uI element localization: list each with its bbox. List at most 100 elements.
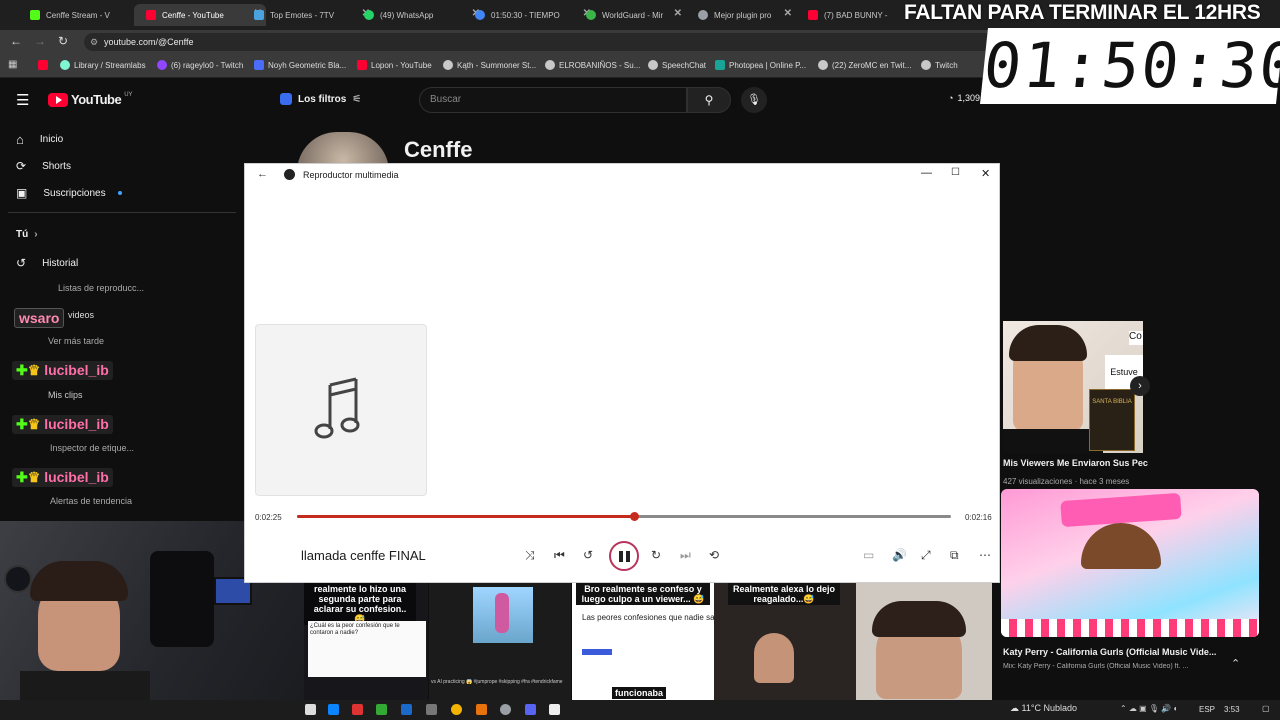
app-icon[interactable]	[352, 704, 363, 715]
sidebar-item-inspector[interactable]: Inspector de etique...	[50, 443, 134, 453]
grid-thumb-jumprope[interactable]: vs AI practicing 😱 #jumprope #skipping #…	[429, 583, 571, 700]
sidebar-item-inicio[interactable]: ⌂ Inicio	[16, 132, 63, 147]
album-art	[255, 324, 427, 496]
bookmark-elrobaninos[interactable]: ELROBANIÑOS - Su...	[545, 60, 640, 70]
sidebar-item-suscripciones[interactable]: ▣ Suscripciones	[16, 186, 122, 200]
shuffle-icon[interactable]: ⤨	[525, 548, 535, 563]
app-icon[interactable]	[476, 704, 487, 715]
discord-icon[interactable]	[525, 704, 536, 715]
bookmark-kath[interactable]: Kąth - Summoner St...	[443, 60, 536, 70]
mix-thumbnail[interactable]	[1001, 489, 1259, 637]
search-input[interactable]: Buscar	[419, 87, 687, 113]
tab-worldguard[interactable]: WorldGuard - Mir ✕	[574, 4, 686, 26]
apps-grid-icon[interactable]: ▦	[8, 59, 17, 70]
shirt	[1003, 429, 1103, 453]
crown-icon: ♛	[27, 469, 41, 485]
sidebar-item-alertas[interactable]: Alertas de tendencia	[50, 496, 132, 506]
candy-stripe	[1001, 619, 1259, 637]
grid-thumb-reaction[interactable]	[856, 583, 992, 700]
globe-icon	[545, 60, 555, 70]
mini-player-icon[interactable]: ⧉	[950, 548, 959, 563]
next-icon[interactable]: ⏭	[680, 548, 691, 563]
bookmark-youtube[interactable]	[38, 60, 48, 70]
grid-thumb-viewer[interactable]: Bro realmente se confeso y luego culpo a…	[572, 583, 714, 700]
pause-button[interactable]	[609, 541, 639, 571]
media-player-icon[interactable]	[549, 704, 560, 715]
obs-icon[interactable]	[500, 704, 511, 715]
microphone-icon: 🎙	[747, 94, 761, 106]
clock[interactable]: 3:53	[1224, 705, 1240, 714]
search-button[interactable]: ⚲	[687, 87, 731, 113]
bookmark-twitch[interactable]: Twitch	[921, 60, 958, 70]
grid-thumb-alexa[interactable]: Realmente alexa lo dejo reagalado...😅	[714, 583, 856, 700]
bookmark-noyh[interactable]: Noyh Geometric Bla...	[254, 60, 346, 70]
fullscreen-icon[interactable]: ⤢	[921, 548, 931, 563]
sidebar-section-tu[interactable]: Tú ›	[16, 229, 38, 240]
bookmark-rageylo[interactable]: (6) rageylo0 - Twitch	[157, 60, 243, 70]
youtube-logo[interactable]: YouTube UY	[48, 92, 133, 107]
subtitles-icon[interactable]: ▭	[863, 548, 874, 562]
sidebar-divider	[8, 212, 236, 213]
volume-icon[interactable]: 🔊	[892, 548, 907, 562]
sidebar-item-shorts[interactable]: ⟳ Shorts	[16, 159, 71, 173]
repeat-off-icon[interactable]: ⟲	[709, 548, 719, 562]
bookmark-lopon[interactable]: Lopon - YouTube	[357, 60, 432, 70]
chrome-icon[interactable]	[451, 704, 462, 715]
bookmark-zeromc[interactable]: (22) ZeroMC en Twit...	[818, 60, 911, 70]
whatsapp-icon	[364, 10, 374, 20]
back-icon[interactable]: ←	[10, 34, 22, 48]
forward-30-icon[interactable]: ↻	[651, 548, 661, 562]
weather-widget[interactable]: ☁ 11°C Nublado	[1010, 703, 1077, 714]
short-title[interactable]: Mis Viewers Me Enviaron Sus Pec	[1003, 458, 1151, 468]
chevron-up-icon[interactable]: ⌃	[1231, 657, 1240, 670]
short-thumbnail[interactable]: Estuve Co SANTA BIBLIA	[1003, 321, 1143, 453]
mix-title[interactable]: Katy Perry - California Gurls (Official …	[1003, 647, 1223, 657]
forward-icon[interactable]: →	[34, 34, 46, 48]
maximize-icon[interactable]: ☐	[951, 167, 960, 178]
bookmark-speechchat[interactable]: SpeechChat	[648, 60, 706, 70]
streamer-hair	[30, 561, 128, 601]
app-icon[interactable]	[426, 704, 437, 715]
sidebar-item-mas-tarde[interactable]: Ver más tarde	[48, 336, 104, 346]
tab-cenffe-stream[interactable]: Cenffe Stream - V✕	[18, 4, 150, 26]
seek-bar[interactable]	[297, 512, 951, 521]
seek-handle[interactable]	[630, 512, 640, 521]
steam-icon[interactable]	[401, 704, 412, 715]
carousel-next-button[interactable]: ›	[1130, 376, 1150, 396]
tab-bad-bunny[interactable]: (7) BAD BUNNY -	[796, 4, 904, 26]
close-icon[interactable]: ✕	[981, 167, 990, 180]
badge-icon: ✚	[16, 362, 28, 378]
bookmark-photopea[interactable]: Photopea | Online P...	[715, 60, 806, 70]
mail-icon[interactable]	[328, 704, 339, 715]
more-options-icon[interactable]: ⋯	[979, 548, 991, 562]
chevron-right-icon: ›	[34, 229, 38, 240]
previous-icon[interactable]: ⏮	[554, 548, 565, 563]
notifications-icon[interactable]: ▢	[1262, 704, 1270, 713]
tab-plugin[interactable]: Mejor plugin pro ✕	[686, 4, 796, 26]
app-icon[interactable]	[376, 704, 387, 715]
seek-bar-fill	[297, 515, 635, 518]
language-indicator[interactable]: ESP	[1199, 705, 1215, 714]
youtube-icon	[808, 10, 818, 20]
sidebar-item-historial[interactable]: ↺ Historial	[16, 256, 78, 270]
grid-thumb-confesion[interactable]: realmente lo hizo una segunda parte para…	[304, 583, 428, 700]
reload-icon[interactable]: ↻	[58, 34, 68, 48]
close-tab-icon[interactable]: ✕	[674, 8, 682, 19]
sidebar-item-clips[interactable]: Mis clips	[48, 390, 83, 400]
rewind-10-icon[interactable]: ↺	[583, 548, 593, 562]
close-tab-icon[interactable]: ✕	[784, 8, 792, 19]
tray-icons[interactable]: ⌃ ☁ ▣ 🎙 🔊 ◐	[1120, 704, 1178, 713]
menu-icon[interactable]: ☰	[16, 91, 29, 109]
sidebar-item-videos[interactable]: videos	[68, 310, 94, 320]
speech-bubble-top: Co	[1129, 331, 1143, 345]
minimize-icon[interactable]: —	[921, 167, 932, 179]
back-arrow-icon[interactable]: ←	[257, 168, 268, 180]
bookmark-streamlabs[interactable]: Library / Streamlabs	[60, 60, 146, 70]
voice-search-button[interactable]: 🎙	[741, 87, 767, 113]
filters-button[interactable]: Los filtros ⚟	[280, 88, 364, 110]
start-icon[interactable]	[305, 704, 316, 715]
overlay-banner: FALTAN PARA TERMINAR EL 12HRS	[904, 1, 1261, 24]
site-info-icon[interactable]: ⚙	[90, 33, 98, 51]
sidebar-item-listas[interactable]: Listas de reproducc...	[58, 283, 148, 293]
crown-icon: ♛	[27, 416, 41, 432]
